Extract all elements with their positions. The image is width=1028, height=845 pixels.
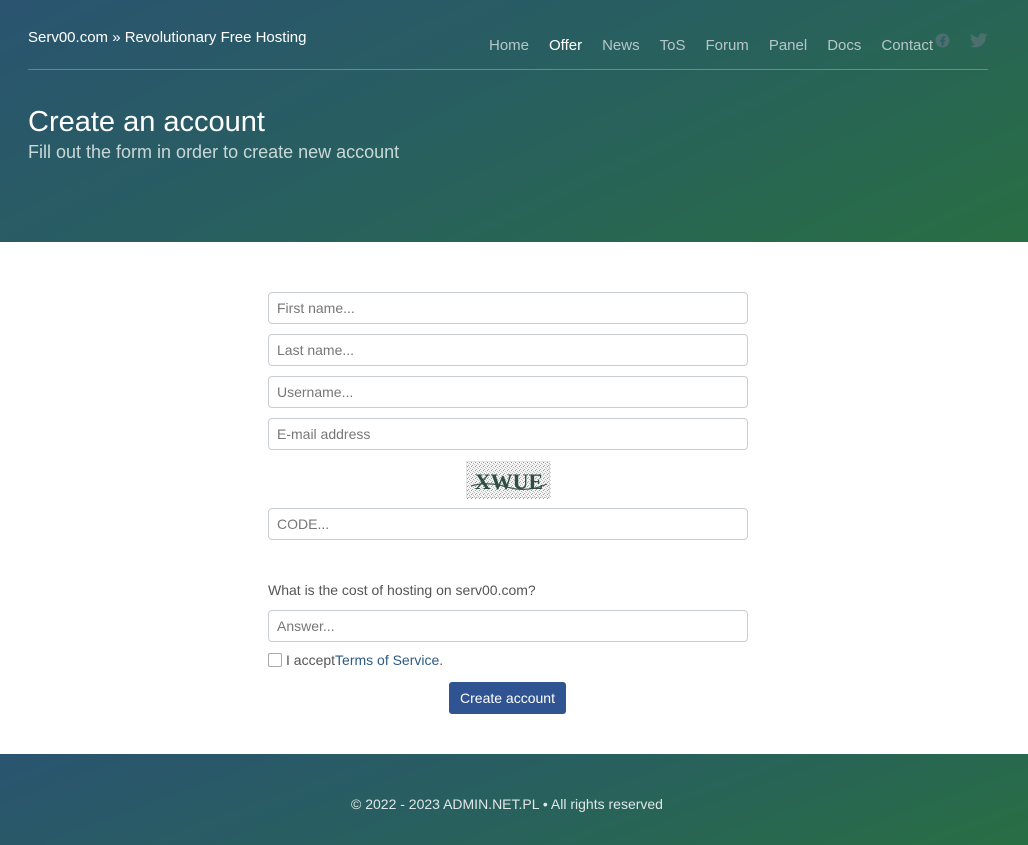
facebook-icon[interactable] bbox=[935, 33, 950, 48]
captcha-code-input[interactable] bbox=[268, 508, 748, 540]
nav-contact[interactable]: Contact bbox=[881, 37, 933, 54]
nav-home[interactable]: Home bbox=[489, 37, 529, 54]
hero-header: Serv00.com » Revolutionary Free Hosting … bbox=[0, 0, 1028, 242]
first-name-input[interactable] bbox=[268, 292, 748, 324]
nav-tos[interactable]: ToS bbox=[660, 37, 686, 54]
terms-of-service-link[interactable]: Terms of Service bbox=[335, 652, 439, 668]
page-footer: © 2022 - 2023 ADMIN.NET.PL • All rights … bbox=[0, 754, 1028, 845]
nav-panel[interactable]: Panel bbox=[769, 37, 807, 54]
main-nav: Home Offer News ToS Forum Panel Docs Con… bbox=[489, 35, 953, 55]
nav-offer[interactable]: Offer bbox=[549, 37, 582, 54]
captcha-image: XWUE bbox=[466, 461, 551, 499]
email-input[interactable] bbox=[268, 418, 748, 450]
accept-terms: I accept Terms of Service . bbox=[268, 652, 443, 668]
page-subtitle: Fill out the form in order to create new… bbox=[28, 142, 400, 162]
captcha-graphic: XWUE bbox=[467, 462, 551, 499]
nav-news[interactable]: News bbox=[602, 37, 640, 54]
header-divider bbox=[28, 69, 988, 70]
nav-docs[interactable]: Docs bbox=[827, 37, 861, 54]
security-question: What is the cost of hosting on serv00.co… bbox=[268, 582, 536, 598]
captcha-text: XWUE bbox=[475, 469, 543, 494]
accept-prefix-text: I accept bbox=[286, 652, 336, 668]
twitter-icon[interactable] bbox=[970, 33, 988, 48]
nav-forum[interactable]: Forum bbox=[705, 37, 748, 54]
brand-link[interactable]: Serv00.com » Revolutionary Free Hosting bbox=[28, 29, 306, 46]
last-name-input[interactable] bbox=[268, 334, 748, 366]
accept-suffix-text: . bbox=[439, 652, 444, 668]
answer-input[interactable] bbox=[268, 610, 748, 642]
page-title: Create an account bbox=[28, 106, 265, 138]
accept-terms-checkbox[interactable] bbox=[268, 653, 282, 667]
username-input[interactable] bbox=[268, 376, 748, 408]
footer-copyright: © 2022 - 2023 ADMIN.NET.PL • All rights … bbox=[351, 796, 663, 812]
create-account-button[interactable]: Create account bbox=[449, 682, 566, 714]
